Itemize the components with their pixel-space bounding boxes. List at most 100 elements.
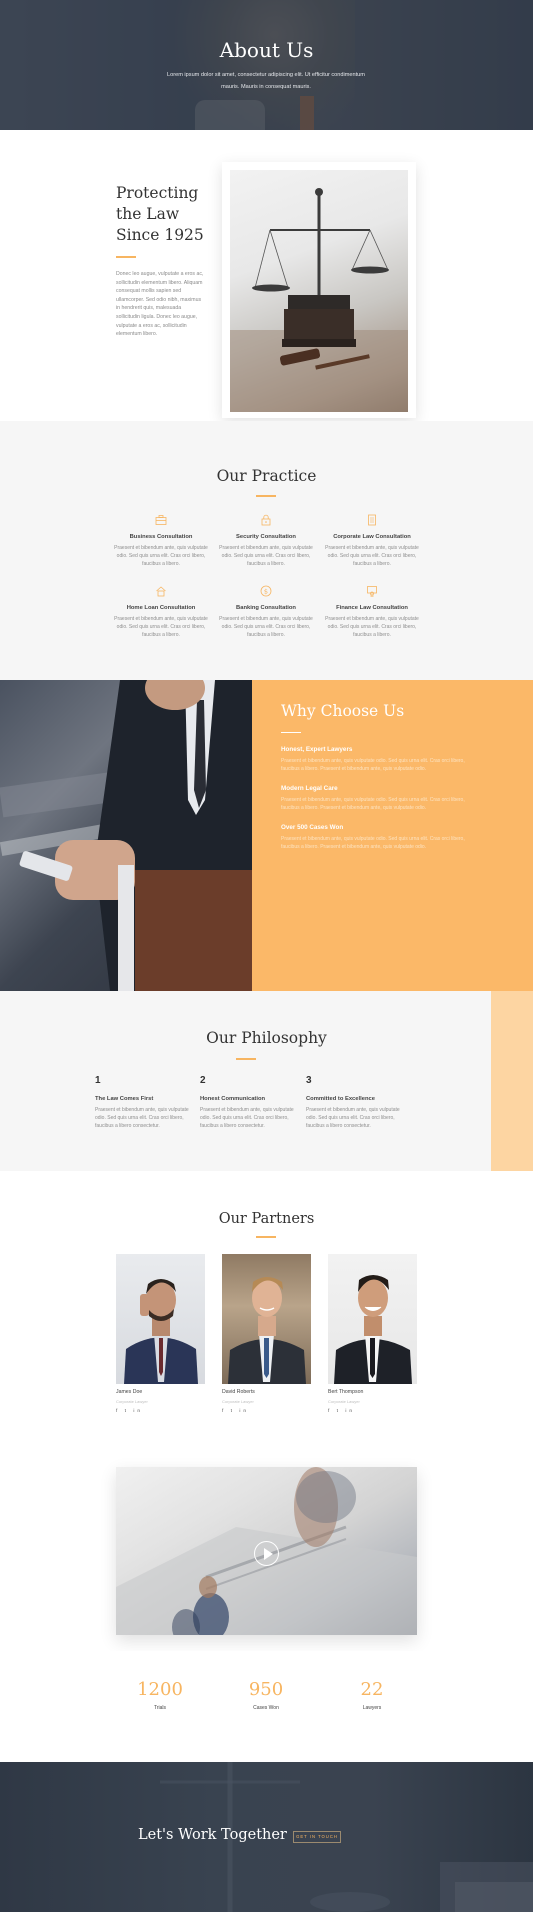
service-title: Corporate Law Consultation (333, 534, 411, 540)
partner-photo (328, 1254, 417, 1384)
stat-number: 22 (360, 1679, 384, 1700)
why-item: Honest, Expert Lawyers Praesent et biben… (281, 746, 481, 773)
philosophy-text: Praesent et bibendum ante, quis vulputat… (95, 1107, 189, 1129)
stat-trials: 1200 Trials (110, 1679, 210, 1711)
partner-role: Corporate Lawyer (116, 1399, 148, 1404)
svg-text:$: $ (264, 587, 268, 595)
philosophy-heading: Our Philosophy (206, 1029, 327, 1047)
service-title: Security Consultation (236, 534, 296, 540)
stat-cases-won: 950 Cases Won (216, 1679, 316, 1711)
play-button-icon[interactable] (254, 1541, 279, 1566)
practice-divider (256, 495, 276, 497)
service-text: Praesent et bibendum ante, quis vulputat… (114, 545, 208, 567)
service-text: Praesent et bibendum ante, quis vulputat… (325, 616, 419, 638)
why-item: Modern Legal Care Praesent et bibendum a… (281, 785, 481, 812)
businessman-phone-photo (0, 680, 252, 991)
why-item-text: Praesent et bibendum ante, quis vulputat… (281, 797, 465, 811)
stat-number: 950 (248, 1679, 284, 1700)
about-body: Donec leo augue, vulputate a eros ac, so… (116, 271, 204, 338)
partner-photo (116, 1254, 205, 1384)
hero-overlay (0, 0, 533, 130)
partners-section: Our Partners James Doe Corporate Lawyer … (0, 1171, 533, 1441)
service-text: Praesent et bibendum ante, quis vulputat… (219, 616, 313, 638)
scales-of-justice-photo (230, 170, 408, 412)
partner-name: Bert Thompson (328, 1389, 364, 1395)
why-divider (281, 732, 301, 733)
partner-photo (222, 1254, 311, 1384)
why-heading: Why Choose Us (281, 702, 405, 720)
why-item-text: Praesent et bibendum ante, quis vulputat… (281, 836, 465, 850)
partner-illustration (228, 1277, 306, 1384)
about-divider (116, 256, 136, 258)
scales-photo-frame (222, 162, 416, 418)
practice-heading: Our Practice (216, 467, 317, 485)
partner-card[interactable]: James Doe Corporate Lawyer f t in (116, 1254, 205, 1414)
service-finance: Finance Law Consultation Praesent et bib… (322, 585, 422, 639)
video-section (0, 1441, 533, 1651)
play-triangle (264, 1548, 273, 1560)
get-in-touch-button[interactable]: GET IN TOUCH (293, 1831, 341, 1843)
about-heading: Protecting the Law Since 1925 (116, 184, 204, 244)
cta-section: Let's Work Together GET IN TOUCH (0, 1762, 533, 1912)
philosophy-item: 2 Honest Communication Praesent et biben… (200, 1075, 300, 1130)
partner-role: Corporate Lawyer (328, 1399, 360, 1404)
partner-social-links[interactable]: f t in (328, 1409, 417, 1414)
stat-label: Cases Won (253, 1705, 279, 1711)
service-banking: $ Banking Consultation Praesent et biben… (216, 585, 316, 639)
businessman-illustration (0, 680, 252, 991)
stats-section: 1200 Trials 950 Cases Won 22 Lawyers (0, 1651, 533, 1762)
house-icon (156, 586, 166, 597)
partner-illustration (334, 1275, 412, 1384)
accent-strip (491, 991, 533, 1171)
video-player[interactable] (116, 1467, 417, 1635)
dollar-icon: $ (260, 585, 272, 597)
philosophy-title: The Law Comes First (95, 1096, 154, 1102)
service-business: Business Consultation Praesent et bibend… (111, 514, 211, 568)
partner-card[interactable]: David Roberts Corporate Lawyer f t in (222, 1254, 311, 1414)
philosophy-section: Our Philosophy 1 The Law Comes First Pra… (0, 991, 533, 1171)
partner-role: Corporate Lawyer (222, 1399, 254, 1404)
philosophy-item: 3 Committed to Excellence Praesent et bi… (306, 1075, 406, 1130)
stat-number: 1200 (137, 1679, 183, 1700)
service-security: Security Consultation Praesent et bibend… (216, 514, 316, 568)
service-text: Praesent et bibendum ante, quis vulputat… (219, 545, 313, 567)
hero-title: About Us (219, 38, 314, 62)
service-text: Praesent et bibendum ante, quis vulputat… (114, 616, 208, 638)
document-icon (368, 514, 376, 526)
service-home-loan: Home Loan Consultation Praesent et biben… (111, 585, 211, 639)
partner-social-links[interactable]: f t in (116, 1409, 205, 1414)
certificate-icon (367, 586, 377, 597)
philosophy-number: 2 (200, 1075, 206, 1086)
about-section: Protecting the Law Since 1925 Donec leo … (0, 130, 533, 421)
philosophy-divider (236, 1058, 256, 1060)
philosophy-number: 1 (95, 1075, 101, 1086)
philosophy-item: 1 The Law Comes First Praesent et bibend… (95, 1075, 195, 1130)
partner-illustration (124, 1279, 198, 1384)
why-item-title: Modern Legal Care (281, 785, 338, 792)
partner-card[interactable]: Bert Thompson Corporate Lawyer f t in (328, 1254, 417, 1414)
service-text: Praesent et bibendum ante, quis vulputat… (325, 545, 419, 567)
cta-heading: Let's Work Together (138, 1827, 287, 1843)
partner-social-links[interactable]: f t in (222, 1409, 311, 1414)
why-item-title: Over 500 Cases Won (281, 824, 344, 831)
why-item-title: Honest, Expert Lawyers (281, 746, 353, 753)
service-corporate: Corporate Law Consultation Praesent et b… (322, 514, 422, 568)
partners-heading: Our Partners (218, 1211, 315, 1227)
service-title: Home Loan Consultation (126, 605, 196, 611)
why-section: Why Choose Us Honest, Expert Lawyers Pra… (0, 680, 533, 991)
hero-subtitle: Lorem ipsum dolor sit amet, consectetur … (167, 72, 365, 90)
why-item-text: Praesent et bibendum ante, quis vulputat… (281, 758, 465, 772)
briefcase-icon (155, 515, 167, 525)
philosophy-text: Praesent et bibendum ante, quis vulputat… (306, 1107, 400, 1129)
stat-label: Trials (153, 1705, 167, 1711)
stat-lawyers: 22 Lawyers (322, 1679, 422, 1711)
partners-divider (256, 1236, 276, 1238)
stat-label: Lawyers (362, 1705, 382, 1711)
lock-icon (261, 514, 271, 526)
service-title: Business Consultation (129, 534, 193, 540)
scales-illustration (230, 188, 408, 412)
hero-section: About Us Lorem ipsum dolor sit amet, con… (0, 0, 533, 130)
philosophy-title: Honest Communication (200, 1096, 266, 1102)
service-title: Finance Law Consultation (336, 605, 408, 611)
philosophy-number: 3 (306, 1075, 312, 1086)
